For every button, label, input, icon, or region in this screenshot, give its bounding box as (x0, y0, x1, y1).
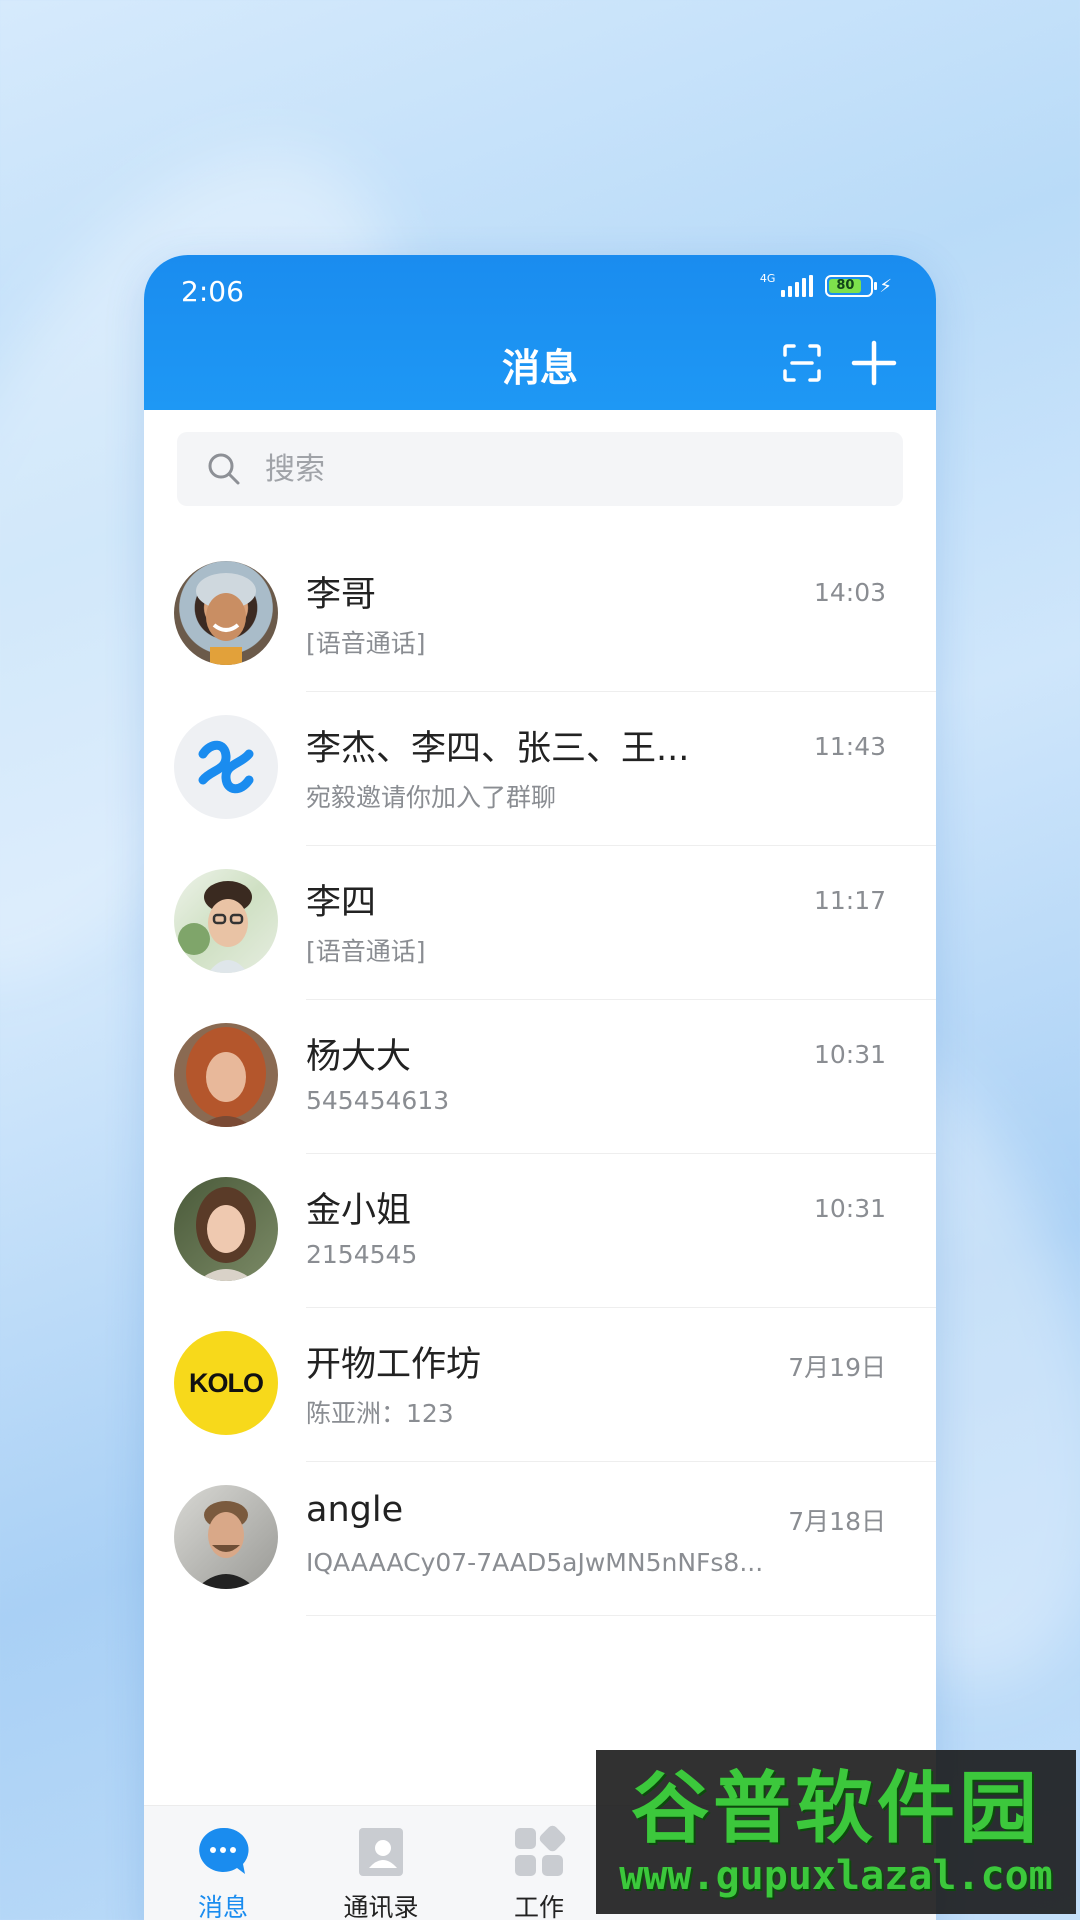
tab-messages[interactable]: 消息 (144, 1806, 302, 1920)
conversation-row[interactable]: KOLO 开物工作坊 陈亚洲：123 7月19日 (144, 1308, 936, 1462)
tab-label: 消息 (197, 1893, 248, 1920)
conversation-name: 李杰、李四、张三、王... (306, 729, 690, 769)
conversation-preview: 545454613 (306, 1086, 450, 1115)
group-logo-icon (198, 740, 254, 794)
tab-label: 通讯录 (343, 1893, 419, 1920)
conversation-list: 李哥 [语音通话] 14:03 李杰、李四、张三、王... 宛毅邀请你加入了群聊… (144, 538, 936, 1616)
status-indicators: 4G 80 ⚡ (759, 271, 892, 297)
contacts-icon (359, 1828, 403, 1876)
app-header: 2:06 4G 80 ⚡ 消息 (144, 255, 936, 410)
watermark-title: 谷普软件园 (630, 1764, 1041, 1854)
tab-work[interactable]: 工作 (460, 1806, 618, 1920)
tab-label: 工作 (513, 1893, 564, 1920)
watermark: 谷普软件园 www.gupuxlazal.com (596, 1750, 1076, 1914)
conversation-row[interactable]: 李杰、李四、张三、王... 宛毅邀请你加入了群聊 11:43 (144, 692, 936, 846)
conversation-time: 7月19日 (788, 1353, 886, 1382)
conversation-preview: 陈亚洲：123 (306, 1399, 454, 1428)
tab-contacts[interactable]: 通讯录 (302, 1806, 460, 1920)
conversation-time: 10:31 (813, 1194, 886, 1223)
conversation-time: 10:31 (813, 1040, 886, 1069)
conversation-time: 14:03 (813, 578, 886, 607)
conversation-time: 11:17 (813, 886, 886, 915)
conversation-preview: 2154545 (306, 1240, 418, 1269)
watermark-url: www.gupuxlazal.com (619, 1853, 1053, 1899)
kolo-logo: KOLO (189, 1367, 264, 1398)
status-time: 2:06 (181, 275, 244, 308)
conversation-name: 李哥 (306, 575, 377, 615)
conversation-row[interactable]: angle IQAAAACy07-7AAD5aJwMN5nNFs8... 7月1… (144, 1462, 936, 1616)
kolo-logo-avatar: KOLO (174, 1331, 278, 1435)
search-input[interactable] (265, 451, 865, 487)
battery-level: 80 (829, 279, 862, 293)
apps-grid-icon (515, 1825, 566, 1876)
conversation-name: 金小姐 (306, 1191, 412, 1231)
chat-icon (199, 1827, 249, 1874)
charging-icon: ⚡ (879, 275, 892, 297)
group-avatar (174, 715, 278, 819)
avatar (174, 869, 278, 973)
conversation-row[interactable]: 杨大大 545454613 10:31 (144, 1000, 936, 1154)
conversation-time: 7月18日 (788, 1507, 886, 1536)
conversation-name: 开物工作坊 (306, 1345, 482, 1385)
phone-screen: 2:06 4G 80 ⚡ 消息 搜索 李哥 [语音通话] 14:03 李杰、李四… (144, 255, 936, 1920)
avatar (174, 561, 278, 665)
battery-icon: 80 (825, 275, 878, 297)
signal-icon (781, 275, 814, 297)
conversation-name: 李四 (306, 883, 377, 923)
conversation-row[interactable]: 金小姐 2154545 10:31 (144, 1154, 936, 1308)
search-bar[interactable] (177, 432, 903, 506)
search-icon (208, 453, 240, 485)
conversation-preview: 宛毅邀请你加入了群聊 (306, 783, 557, 812)
conversation-preview: IQAAAACy07-7AAD5aJwMN5nNFs8... (306, 1548, 764, 1577)
add-icon[interactable] (850, 339, 898, 387)
avatar (174, 1023, 278, 1127)
conversation-name: 杨大大 (306, 1037, 412, 1077)
avatar (174, 1485, 278, 1589)
conversation-preview: [语音通话] (306, 937, 426, 966)
avatar (174, 1177, 278, 1281)
conversation-row[interactable]: 李哥 [语音通话] 14:03 (144, 538, 936, 692)
conversation-time: 11:43 (813, 732, 886, 761)
conversation-row[interactable]: 李四 [语音通话] 11:17 (144, 846, 936, 1000)
conversation-preview: [语音通话] (306, 629, 426, 658)
scan-icon[interactable] (782, 343, 822, 383)
conversation-name: angle (306, 1490, 404, 1530)
network-type: 4G (759, 271, 776, 285)
